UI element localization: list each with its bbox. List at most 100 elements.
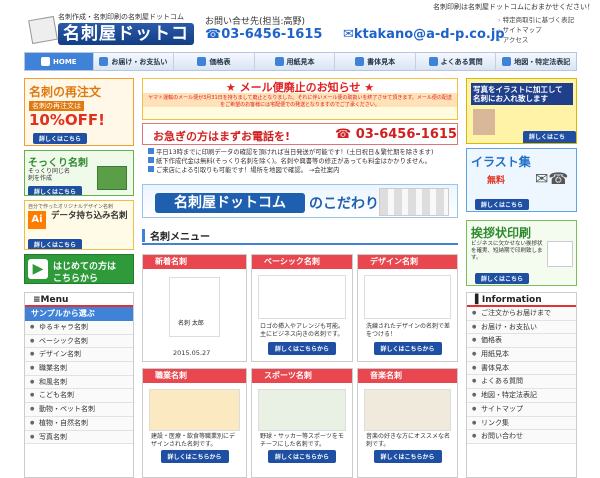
kodawari-cards-image bbox=[379, 188, 449, 216]
nav-price[interactable]: 価格表 bbox=[174, 53, 255, 70]
illust-banner[interactable]: イラスト集 無料 ✉☎ 詳しくはこちら bbox=[466, 148, 577, 212]
card-basic[interactable]: ベーシック名刺 ロゴの挿入やアレンジも可能。主にビジネス向きの名刺です。 詳しく… bbox=[251, 254, 353, 362]
right-menu-item[interactable]: お届け・お支払い bbox=[467, 320, 576, 335]
header-top-note: 名刺印刷は名刺屋ドットコムにおまかせください！ bbox=[433, 3, 594, 11]
nav-faq[interactable]: よくある質問 bbox=[416, 53, 497, 70]
right-menu-item[interactable]: 価格表 bbox=[467, 334, 576, 349]
aisatsu-sub: ビジネスに欠かせない挨拶状を確実、短納期で印刷致します。 bbox=[471, 241, 543, 261]
aisatsu-banner[interactable]: 挨拶状印刷 ビジネスに欠かせない挨拶状を確実、短納期で印刷致します。 詳しくはこ… bbox=[466, 220, 577, 286]
phone-banner: お急ぎの方はまずお電話を! ☎ 03-6456-1615 bbox=[142, 123, 458, 145]
left-menu-item[interactable]: 和風名刺 bbox=[25, 375, 133, 390]
nav-map-label: 地図・特定法表記 bbox=[514, 57, 571, 66]
nav-font[interactable]: 書体見本 bbox=[335, 53, 416, 70]
sokkuri-banner[interactable]: そっくり名刺 そっくり同じ名刺を作成 詳しくはこちら bbox=[24, 150, 134, 196]
header-email-address[interactable]: ktakano@a-d-p.co.jp bbox=[354, 27, 505, 42]
nav-home[interactable]: HOME bbox=[25, 53, 94, 70]
header-email[interactable]: ✉ktakano@a-d-p.co.jp bbox=[343, 27, 505, 42]
right-menu-item[interactable]: リンク集 bbox=[467, 416, 576, 431]
left-menu-item[interactable]: 動物・ペット名刺 bbox=[25, 403, 133, 417]
left-menu-item[interactable]: こども名刺 bbox=[25, 389, 133, 404]
photo-face-image bbox=[473, 109, 495, 135]
sample-name: 名刺 太郎 bbox=[178, 320, 204, 327]
illust-button[interactable]: 詳しくはこちら bbox=[475, 199, 530, 210]
card-button[interactable]: 詳しくはこちらから bbox=[160, 450, 229, 463]
card-button[interactable]: 詳しくはこちらから bbox=[267, 342, 337, 355]
card-date: 2015.05.27 bbox=[173, 349, 211, 357]
left-menu-item[interactable]: ベーシック名刺 bbox=[25, 334, 133, 349]
photo-illust-title: 写真をイラストに加工して 名刺にお入れ致します bbox=[471, 83, 573, 105]
yen-icon bbox=[197, 57, 207, 66]
question-icon bbox=[428, 57, 438, 66]
right-menu-item[interactable]: よくある質問 bbox=[467, 375, 576, 390]
card-music[interactable]: 音楽名刺 音楽の好きな方にオススメな名刺です。 詳しくはこちらから bbox=[357, 368, 458, 478]
header-link-sitemap[interactable]: サイトマップ bbox=[498, 25, 574, 35]
right-menu-item[interactable]: 地図・特定法表記 bbox=[467, 389, 576, 403]
nav-delivery-label: お届け・お支払い bbox=[111, 57, 168, 66]
left-menu-item[interactable]: ゆるキャラ名刺 bbox=[25, 321, 133, 335]
map-icon bbox=[502, 57, 512, 66]
left-menu-title: ≡Menu bbox=[25, 293, 133, 307]
right-menu-item[interactable]: 書体見本 bbox=[467, 361, 576, 376]
card-button[interactable]: 詳しくはこちらから bbox=[373, 450, 442, 463]
reorder-button[interactable]: 詳しくはこちら bbox=[33, 133, 88, 144]
card-desc: 建設・医療・飲食等職業別にデザインされた名刺です。 bbox=[151, 433, 236, 448]
info-line-text[interactable]: ご来店による引取りも可能です！場所を地図で確認。 →会社案内 bbox=[156, 167, 339, 174]
nav-delivery[interactable]: お届け・お支払い bbox=[94, 53, 175, 70]
ai-title: データ持ち込み名刺 bbox=[51, 211, 128, 221]
first-time-banner[interactable]: ▶ はじめての方は こちらから bbox=[24, 254, 134, 284]
reorder-banner[interactable]: 名刺の再注文 名刺の再注文は 10%OFF! 詳しくはこちら bbox=[24, 78, 134, 146]
card-button[interactable]: 詳しくはこちらから bbox=[267, 450, 337, 463]
right-menu-item[interactable]: サイトマップ bbox=[467, 402, 576, 417]
right-menu-list: ご注文からお届けまで お届け・お支払い 価格表 用紙見本 書体見本 よくある質問… bbox=[467, 307, 576, 444]
nav-faq-label: よくある質問 bbox=[440, 57, 483, 66]
kodawari-logo: 名刺屋ドットコム bbox=[155, 193, 305, 213]
kodawari-banner[interactable]: 名刺屋ドットコム のこだわり bbox=[142, 184, 458, 218]
card-design[interactable]: デザイン名刺 洗練されたデザインの名刺で差をつける！ 詳しくはこちらから bbox=[357, 254, 458, 362]
right-menu-item[interactable]: ご注文からお届けまで bbox=[467, 307, 576, 321]
illust-free: 無料 bbox=[487, 176, 506, 186]
phone-mail-icon: ✉☎ bbox=[535, 169, 569, 188]
right-menu-item[interactable]: 用紙見本 bbox=[467, 348, 576, 362]
first-time-line2: こちらから bbox=[53, 274, 99, 284]
illust-title: イラスト集 bbox=[471, 155, 531, 169]
reorder-discount: 10%OFF! bbox=[29, 111, 105, 129]
phone-banner-text: お急ぎの方はまずお電話を! bbox=[153, 130, 291, 143]
card-desc: 洗練されたデザインの名刺で差をつける！ bbox=[366, 323, 451, 338]
nav-font-label: 書体見本 bbox=[367, 57, 396, 66]
left-menu-item[interactable]: 植物・自然名刺 bbox=[25, 416, 133, 431]
header-link-tokushoho[interactable]: 特定商取引に基づく表記 bbox=[498, 15, 575, 25]
nav-home-label: HOME bbox=[53, 57, 77, 66]
nav-map[interactable]: 地図・特定法表記 bbox=[496, 53, 576, 70]
photo-illust-banner[interactable]: 写真をイラストに加工して名刺にお入れ致します 詳しくはこちら bbox=[466, 78, 577, 144]
ai-button[interactable]: 詳しくはこちら bbox=[28, 239, 83, 249]
sokkuri-button[interactable]: 詳しくはこちら bbox=[28, 186, 83, 195]
photo-line2: 名刺にお入れ致します bbox=[473, 94, 548, 103]
sokkuri-title: そっくり名刺 bbox=[28, 158, 88, 169]
global-nav: HOME お届け・お支払い 価格表 用紙見本 書体見本 よくある質問 地図・特定… bbox=[24, 52, 577, 71]
left-menu-item[interactable]: 職業名刺 bbox=[25, 362, 133, 376]
card-image bbox=[364, 389, 451, 431]
right-menu-item[interactable]: お問い合わせ bbox=[467, 430, 576, 444]
left-menu-list: ゆるキャラ名刺 ベーシック名刺 デザイン名刺 職業名刺 和風名刺 こども名刺 動… bbox=[25, 321, 133, 445]
sokkuri-sub: そっくり同じ名刺を作成 bbox=[28, 168, 71, 182]
beginner-icon: ▶ bbox=[28, 259, 48, 279]
nav-paper[interactable]: 用紙見本 bbox=[255, 53, 336, 70]
card-new[interactable]: 新着名刺 名刺 太郎 2015.05.27 bbox=[142, 254, 247, 362]
left-menu-item[interactable]: デザイン名刺 bbox=[25, 348, 133, 363]
info-line-text: 平日13時までに印刷データの確認を頂ければ当日発送が可能です！(土日祝日＆繁忙期… bbox=[156, 149, 434, 156]
card-desc: ロゴの挿入やアレンジも可能。主にビジネス向きの名刺です。 bbox=[260, 323, 345, 338]
header-link-access[interactable]: アクセス bbox=[498, 35, 574, 45]
notice-title: ★ メール便廃止のお知らせ ★ bbox=[143, 79, 457, 94]
card-job[interactable]: 職業名刺 建設・医療・飲食等職業別にデザインされた名刺です。 詳しくはこちらから bbox=[142, 368, 247, 478]
photo-button[interactable]: 詳しくはこちら bbox=[523, 131, 576, 143]
card-sports[interactable]: スポーツ名刺 野球・サッカー等スポーツをモチーフにした名刺です。 詳しくはこちら… bbox=[251, 368, 353, 478]
aisatsu-button[interactable]: 詳しくはこちら bbox=[475, 273, 530, 284]
paper-icon bbox=[274, 57, 284, 66]
card-image bbox=[258, 389, 346, 431]
menu-section-title: 名刺メニュー bbox=[142, 228, 458, 245]
site-logo[interactable]: 名刺屋ドットコム bbox=[58, 23, 194, 66]
card-button[interactable]: 詳しくはこちらから bbox=[373, 342, 442, 355]
left-menu-item[interactable]: 写真名刺 bbox=[25, 430, 133, 445]
shop-icon bbox=[148, 166, 154, 172]
ai-data-banner[interactable]: 自分で作ったオリジナルデザイン名刺 Ai データ持ち込み名刺 詳しくはこちら bbox=[24, 200, 134, 250]
